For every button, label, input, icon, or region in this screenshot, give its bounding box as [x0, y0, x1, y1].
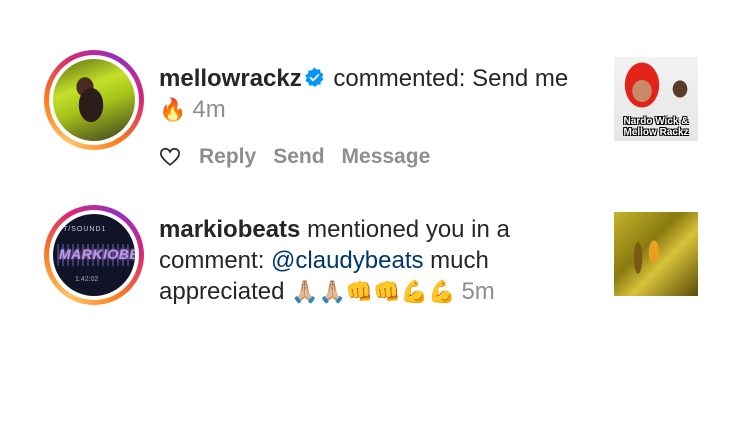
verified-badge-icon [305, 67, 324, 87]
avatar-logo-text: MARKIOBEATS [59, 246, 135, 262]
username-link[interactable]: markiobeats [159, 216, 300, 243]
notification-text: mellowrackz commented: Send me 🔥 4m [159, 65, 569, 123]
timestamp: 5m [461, 278, 495, 305]
mention-link[interactable]: @claudybeats [271, 247, 423, 274]
avatar [53, 59, 135, 141]
reply-button[interactable]: Reply [199, 145, 256, 169]
fire-emoji: 🔥 [159, 97, 187, 122]
username-link[interactable]: mellowrackz [159, 65, 302, 92]
avatar: T/SOUND1 MARKIOBEATS 1:42:02 [53, 214, 135, 296]
post-thumbnail[interactable] [614, 212, 698, 296]
heart-icon[interactable] [159, 146, 181, 168]
notification-text: markiobeats mentioned you in a comment: … [159, 216, 510, 305]
send-button[interactable]: Send [273, 145, 324, 169]
story-ring-avatar[interactable] [44, 50, 144, 150]
story-ring-avatar[interactable]: T/SOUND1 MARKIOBEATS 1:42:02 [44, 205, 144, 305]
message-button[interactable]: Message [342, 145, 431, 169]
timestamp: 4m [192, 96, 226, 123]
action-row: Reply Send Message [159, 145, 447, 169]
post-thumbnail[interactable]: Nardo Wick & Mellow Rackz [614, 57, 698, 141]
reaction-emojis: 🙏🏼🙏🏼👊👊💪💪 [291, 279, 456, 304]
thumbnail-caption: Nardo Wick & Mellow Rackz [623, 116, 689, 138]
